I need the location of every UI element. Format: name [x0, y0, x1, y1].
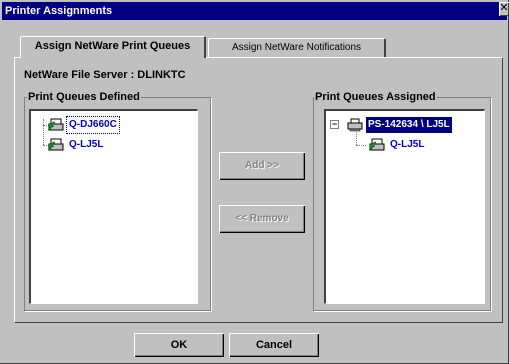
tab-label: Assign NetWare Notifications	[231, 42, 362, 53]
close-icon: ✕	[499, 2, 509, 14]
tree-item-label: Q-LJ5L	[390, 139, 425, 150]
tree-line	[356, 145, 366, 146]
tree-item-label: Q-LJ5L	[69, 139, 104, 150]
tree-item-label: Q-DJ660C	[66, 116, 120, 134]
ok-button[interactable]: OK	[134, 333, 224, 357]
print-queue-icon	[47, 138, 64, 151]
group-title: Print Queues Assigned	[314, 91, 437, 103]
group-title: Print Queues Defined	[27, 91, 141, 103]
file-server-label: NetWare File Server : DLINKTC	[24, 69, 186, 81]
title-bar[interactable]: Printer Assignments	[2, 2, 507, 20]
tab-assign-print-queues[interactable]: Assign NetWare Print Queues	[20, 36, 206, 58]
tab-assign-notifications[interactable]: Assign NetWare Notifications	[208, 38, 386, 58]
defined-queues-list[interactable]: Q-DJ660C Q-LJ5L	[29, 109, 198, 304]
window-title: Printer Assignments	[5, 5, 113, 17]
collapse-icon[interactable]: −	[330, 120, 339, 129]
remove-button[interactable]: << Remove	[219, 205, 305, 233]
add-button[interactable]: Add >>	[219, 152, 305, 180]
tree-item-label: PS-142634 \ LJ5L	[366, 117, 452, 133]
tab-label: Assign NetWare Print Queues	[34, 40, 191, 52]
printer-assignments-dialog: Printer Assignments ✕ Assign NetWare Pri…	[0, 0, 509, 364]
tree-line	[43, 119, 44, 145]
cancel-button[interactable]: Cancel	[229, 333, 319, 357]
print-queue-icon	[47, 118, 64, 131]
print-queue-icon	[368, 138, 385, 151]
close-button[interactable]: ✕	[499, 2, 509, 16]
assigned-queues-list[interactable]: − PS-142634 \ LJ5L Q-LJ5L	[324, 109, 485, 304]
printer-icon	[347, 118, 363, 132]
